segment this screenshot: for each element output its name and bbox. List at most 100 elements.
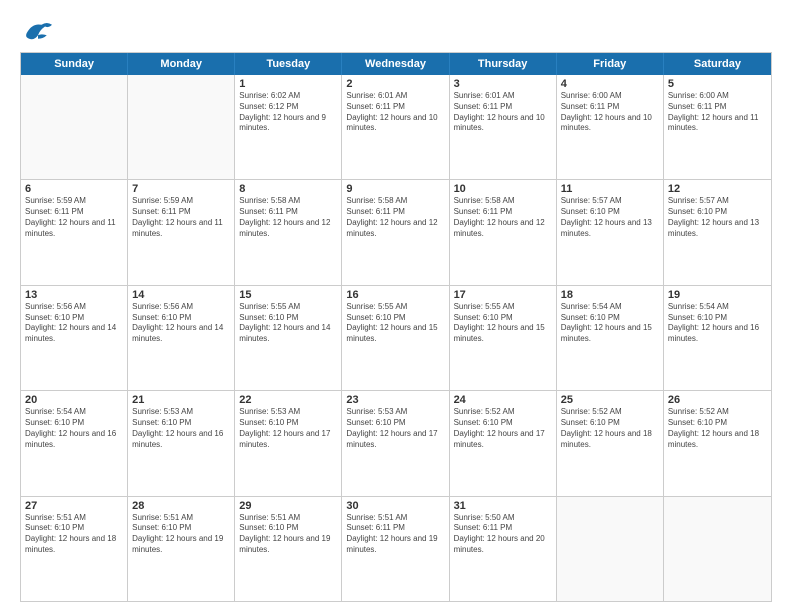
- weekday-header-sunday: Sunday: [21, 53, 128, 75]
- day-info: Sunrise: 5:58 AM Sunset: 6:11 PM Dayligh…: [454, 196, 552, 239]
- day-number: 30: [346, 500, 444, 512]
- day-cell-9: 9Sunrise: 5:58 AM Sunset: 6:11 PM Daylig…: [342, 180, 449, 284]
- day-info: Sunrise: 5:51 AM Sunset: 6:10 PM Dayligh…: [239, 513, 337, 556]
- calendar-body: 1Sunrise: 6:02 AM Sunset: 6:12 PM Daylig…: [21, 75, 771, 601]
- day-number: 1: [239, 78, 337, 90]
- day-number: 17: [454, 289, 552, 301]
- day-cell-31: 31Sunrise: 5:50 AM Sunset: 6:11 PM Dayli…: [450, 497, 557, 601]
- day-cell-16: 16Sunrise: 5:55 AM Sunset: 6:10 PM Dayli…: [342, 286, 449, 390]
- day-number: 5: [668, 78, 767, 90]
- day-number: 7: [132, 183, 230, 195]
- day-info: Sunrise: 5:55 AM Sunset: 6:10 PM Dayligh…: [239, 302, 337, 345]
- logo-bird-icon: [20, 16, 56, 44]
- day-number: 15: [239, 289, 337, 301]
- day-cell-14: 14Sunrise: 5:56 AM Sunset: 6:10 PM Dayli…: [128, 286, 235, 390]
- day-info: Sunrise: 5:51 AM Sunset: 6:11 PM Dayligh…: [346, 513, 444, 556]
- day-info: Sunrise: 5:55 AM Sunset: 6:10 PM Dayligh…: [454, 302, 552, 345]
- day-number: 27: [25, 500, 123, 512]
- day-number: 18: [561, 289, 659, 301]
- day-number: 20: [25, 394, 123, 406]
- day-info: Sunrise: 5:52 AM Sunset: 6:10 PM Dayligh…: [668, 407, 767, 450]
- calendar-row-2: 6Sunrise: 5:59 AM Sunset: 6:11 PM Daylig…: [21, 179, 771, 284]
- day-number: 4: [561, 78, 659, 90]
- weekday-header-friday: Friday: [557, 53, 664, 75]
- day-cell-17: 17Sunrise: 5:55 AM Sunset: 6:10 PM Dayli…: [450, 286, 557, 390]
- day-cell-18: 18Sunrise: 5:54 AM Sunset: 6:10 PM Dayli…: [557, 286, 664, 390]
- day-cell-27: 27Sunrise: 5:51 AM Sunset: 6:10 PM Dayli…: [21, 497, 128, 601]
- day-cell-20: 20Sunrise: 5:54 AM Sunset: 6:10 PM Dayli…: [21, 391, 128, 495]
- day-info: Sunrise: 5:58 AM Sunset: 6:11 PM Dayligh…: [346, 196, 444, 239]
- day-number: 24: [454, 394, 552, 406]
- day-info: Sunrise: 5:54 AM Sunset: 6:10 PM Dayligh…: [561, 302, 659, 345]
- day-number: 9: [346, 183, 444, 195]
- logo: [20, 16, 60, 44]
- day-number: 29: [239, 500, 337, 512]
- day-info: Sunrise: 5:52 AM Sunset: 6:10 PM Dayligh…: [454, 407, 552, 450]
- day-number: 21: [132, 394, 230, 406]
- weekday-header-thursday: Thursday: [450, 53, 557, 75]
- day-info: Sunrise: 5:53 AM Sunset: 6:10 PM Dayligh…: [346, 407, 444, 450]
- day-info: Sunrise: 5:55 AM Sunset: 6:10 PM Dayligh…: [346, 302, 444, 345]
- day-cell-3: 3Sunrise: 6:01 AM Sunset: 6:11 PM Daylig…: [450, 75, 557, 179]
- day-info: Sunrise: 6:01 AM Sunset: 6:11 PM Dayligh…: [346, 91, 444, 134]
- day-number: 12: [668, 183, 767, 195]
- day-cell-7: 7Sunrise: 5:59 AM Sunset: 6:11 PM Daylig…: [128, 180, 235, 284]
- day-cell-12: 12Sunrise: 5:57 AM Sunset: 6:10 PM Dayli…: [664, 180, 771, 284]
- day-number: 11: [561, 183, 659, 195]
- day-info: Sunrise: 6:02 AM Sunset: 6:12 PM Dayligh…: [239, 91, 337, 134]
- day-cell-29: 29Sunrise: 5:51 AM Sunset: 6:10 PM Dayli…: [235, 497, 342, 601]
- day-info: Sunrise: 5:57 AM Sunset: 6:10 PM Dayligh…: [561, 196, 659, 239]
- page: SundayMondayTuesdayWednesdayThursdayFrid…: [0, 0, 792, 612]
- day-number: 23: [346, 394, 444, 406]
- day-cell-23: 23Sunrise: 5:53 AM Sunset: 6:10 PM Dayli…: [342, 391, 449, 495]
- header: [20, 16, 772, 44]
- day-number: 31: [454, 500, 552, 512]
- day-cell-2: 2Sunrise: 6:01 AM Sunset: 6:11 PM Daylig…: [342, 75, 449, 179]
- day-cell-6: 6Sunrise: 5:59 AM Sunset: 6:11 PM Daylig…: [21, 180, 128, 284]
- day-number: 16: [346, 289, 444, 301]
- day-number: 19: [668, 289, 767, 301]
- day-cell-10: 10Sunrise: 5:58 AM Sunset: 6:11 PM Dayli…: [450, 180, 557, 284]
- day-cell-4: 4Sunrise: 6:00 AM Sunset: 6:11 PM Daylig…: [557, 75, 664, 179]
- weekday-header-tuesday: Tuesday: [235, 53, 342, 75]
- day-info: Sunrise: 6:01 AM Sunset: 6:11 PM Dayligh…: [454, 91, 552, 134]
- day-number: 8: [239, 183, 337, 195]
- day-number: 10: [454, 183, 552, 195]
- day-cell-28: 28Sunrise: 5:51 AM Sunset: 6:10 PM Dayli…: [128, 497, 235, 601]
- day-cell-1: 1Sunrise: 6:02 AM Sunset: 6:12 PM Daylig…: [235, 75, 342, 179]
- day-info: Sunrise: 5:59 AM Sunset: 6:11 PM Dayligh…: [132, 196, 230, 239]
- empty-cell: [664, 497, 771, 601]
- day-cell-13: 13Sunrise: 5:56 AM Sunset: 6:10 PM Dayli…: [21, 286, 128, 390]
- day-info: Sunrise: 5:51 AM Sunset: 6:10 PM Dayligh…: [132, 513, 230, 556]
- day-info: Sunrise: 5:56 AM Sunset: 6:10 PM Dayligh…: [132, 302, 230, 345]
- day-cell-30: 30Sunrise: 5:51 AM Sunset: 6:11 PM Dayli…: [342, 497, 449, 601]
- day-number: 2: [346, 78, 444, 90]
- calendar-header: SundayMondayTuesdayWednesdayThursdayFrid…: [21, 53, 771, 75]
- weekday-header-wednesday: Wednesday: [342, 53, 449, 75]
- calendar-row-1: 1Sunrise: 6:02 AM Sunset: 6:12 PM Daylig…: [21, 75, 771, 179]
- weekday-header-monday: Monday: [128, 53, 235, 75]
- weekday-header-saturday: Saturday: [664, 53, 771, 75]
- day-info: Sunrise: 5:57 AM Sunset: 6:10 PM Dayligh…: [668, 196, 767, 239]
- empty-cell: [128, 75, 235, 179]
- day-cell-15: 15Sunrise: 5:55 AM Sunset: 6:10 PM Dayli…: [235, 286, 342, 390]
- day-info: Sunrise: 5:52 AM Sunset: 6:10 PM Dayligh…: [561, 407, 659, 450]
- day-info: Sunrise: 5:59 AM Sunset: 6:11 PM Dayligh…: [25, 196, 123, 239]
- day-info: Sunrise: 5:50 AM Sunset: 6:11 PM Dayligh…: [454, 513, 552, 556]
- day-number: 22: [239, 394, 337, 406]
- day-info: Sunrise: 5:53 AM Sunset: 6:10 PM Dayligh…: [132, 407, 230, 450]
- empty-cell: [557, 497, 664, 601]
- empty-cell: [21, 75, 128, 179]
- calendar-row-4: 20Sunrise: 5:54 AM Sunset: 6:10 PM Dayli…: [21, 390, 771, 495]
- day-cell-22: 22Sunrise: 5:53 AM Sunset: 6:10 PM Dayli…: [235, 391, 342, 495]
- day-cell-24: 24Sunrise: 5:52 AM Sunset: 6:10 PM Dayli…: [450, 391, 557, 495]
- day-info: Sunrise: 5:58 AM Sunset: 6:11 PM Dayligh…: [239, 196, 337, 239]
- day-info: Sunrise: 5:53 AM Sunset: 6:10 PM Dayligh…: [239, 407, 337, 450]
- day-cell-5: 5Sunrise: 6:00 AM Sunset: 6:11 PM Daylig…: [664, 75, 771, 179]
- day-info: Sunrise: 5:54 AM Sunset: 6:10 PM Dayligh…: [668, 302, 767, 345]
- day-cell-25: 25Sunrise: 5:52 AM Sunset: 6:10 PM Dayli…: [557, 391, 664, 495]
- day-number: 6: [25, 183, 123, 195]
- day-cell-21: 21Sunrise: 5:53 AM Sunset: 6:10 PM Dayli…: [128, 391, 235, 495]
- calendar-row-5: 27 Sunrise: 5:51 AM Sunset: 6:10 PM Dayli…: [21, 496, 771, 601]
- day-info: Sunrise: 6:00 AM Sunset: 6:11 PM Dayligh…: [668, 91, 767, 134]
